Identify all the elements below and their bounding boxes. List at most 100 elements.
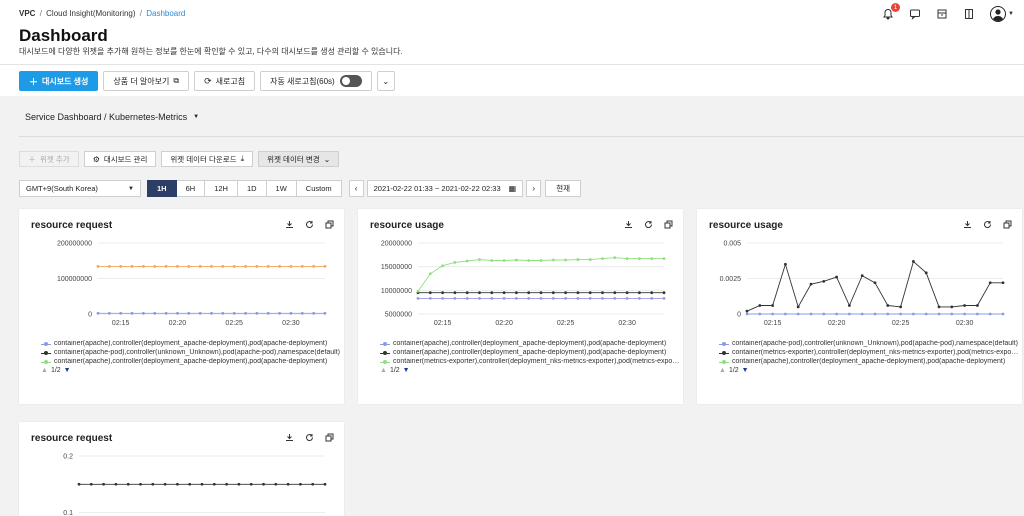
refresh-button[interactable]: ⟳ 새로고침 [194, 71, 256, 91]
legend-item[interactable]: container(apache-pod),controller(unknown… [719, 339, 1019, 348]
now-button[interactable]: 현재 [545, 180, 581, 197]
plus-icon: ＋ [28, 154, 36, 164]
download-icon[interactable] [962, 219, 972, 229]
x-tick-label: 02:20 [495, 320, 513, 327]
dashboard-selector[interactable]: Service Dashboard / Kubernetes-Metrics ▼ [25, 112, 199, 122]
x-tick-label: 02:30 [282, 320, 300, 327]
legend-item[interactable]: container(apache),controller(deployment_… [41, 339, 341, 348]
legend-page: 1/2 [389, 367, 400, 374]
data-point [198, 311, 202, 315]
download-icon[interactable] [623, 219, 633, 229]
range-6h-button[interactable]: 6H [176, 180, 206, 197]
range-1h-button[interactable]: 1H [147, 180, 177, 197]
range-1d-button[interactable]: 1D [237, 180, 267, 197]
data-point [176, 311, 179, 315]
legend-item[interactable]: container(metrics-exporter),controller(d… [719, 348, 1019, 357]
triangle-up-icon[interactable]: ▲ [380, 367, 387, 374]
data-point [502, 291, 506, 295]
triangle-down-icon[interactable]: ▼ [64, 367, 71, 374]
chart-legend: container(apache),controller(deployment_… [380, 339, 680, 366]
date-range-picker[interactable]: 2021-02-22 01:33 ~ 2021-02-22 02:33 ▦ [366, 180, 524, 197]
y-tick-label: 0.0025 [720, 276, 742, 283]
range-custom-button[interactable]: Custom [296, 180, 342, 197]
download-icon[interactable] [284, 219, 294, 229]
data-point [502, 296, 506, 300]
data-point [232, 265, 236, 268]
refresh-icon[interactable] [304, 432, 314, 442]
data-point [912, 312, 915, 316]
manage-dashboard-button[interactable]: ⚙ 대시보드 관리 [83, 151, 157, 167]
data-point [289, 265, 293, 268]
create-dashboard-button[interactable]: ＋ 대시보드 생성 [19, 71, 99, 91]
learn-more-button[interactable]: 상품 더 알아보기 ⧉ [103, 71, 190, 91]
add-widget-button[interactable]: ＋ 위젯 추가 [19, 151, 79, 167]
legend-marker [380, 340, 390, 348]
data-point [441, 296, 444, 300]
dashboard-content: Service Dashboard / Kubernetes-Metrics ▼… [0, 96, 1024, 516]
download-widget-data-button[interactable]: 위젯 데이터 다운로드 ⤓ [161, 151, 254, 167]
data-point [102, 482, 105, 486]
data-point [130, 265, 134, 268]
copy-icon[interactable] [324, 219, 334, 229]
change-widget-data-button[interactable]: 위젯 데이터 변경 ⌄ [258, 151, 340, 167]
change-widget-data-label: 위젯 데이터 변경 [267, 154, 320, 164]
next-range-button[interactable]: › [526, 180, 542, 197]
legend-item[interactable]: container(apache),controller(deployment_… [719, 357, 1019, 366]
data-point [886, 304, 890, 307]
range-1w-button[interactable]: 1W [266, 180, 297, 197]
legend-item[interactable]: container(apache),controller(deployment_… [380, 348, 680, 357]
legend-item[interactable]: container(apache),controller(deployment_… [41, 357, 341, 366]
refresh-label: 새로고침 [215, 76, 246, 86]
document-icon[interactable] [962, 7, 976, 21]
copy-icon[interactable] [324, 432, 334, 442]
copy-icon[interactable] [663, 219, 673, 229]
data-point [988, 281, 992, 285]
widget-resource-usage: resource usage 0 0.0025 0.005 02:15 02:20 02:… [697, 209, 1022, 404]
legend-marker [41, 358, 51, 366]
auto-refresh-control: 자동 새로고침(60s) [260, 71, 372, 91]
chat-icon[interactable] [908, 7, 922, 21]
archive-icon[interactable] [935, 7, 949, 21]
page-title: Dashboard [19, 26, 108, 45]
legend-item[interactable]: container(metrics-exporter),controller(d… [380, 357, 680, 366]
data-point [114, 482, 118, 486]
data-point [278, 265, 281, 268]
user-avatar-icon[interactable] [990, 6, 1007, 22]
breadcrumb-root[interactable]: VPC [19, 9, 35, 18]
breadcrumb-parent[interactable]: Cloud Insight(Monitoring) [46, 9, 135, 18]
data-point [650, 291, 654, 295]
download-icon[interactable] [284, 432, 294, 442]
data-point [886, 312, 890, 316]
more-options-button[interactable]: ⌄ [376, 71, 395, 91]
triangle-up-icon[interactable]: ▲ [41, 367, 48, 374]
previous-range-button[interactable]: ‹ [348, 180, 364, 197]
auto-refresh-toggle[interactable] [339, 75, 362, 87]
refresh-icon[interactable] [304, 219, 314, 229]
data-point [478, 291, 481, 295]
timezone-select[interactable]: GMT+9(South Korea) ▼ [19, 180, 141, 197]
copy-icon[interactable] [1002, 219, 1012, 229]
data-point [200, 482, 204, 486]
legend-item[interactable]: container(apache-pod),controller(unknown… [41, 348, 341, 357]
triangle-up-icon[interactable]: ▲ [719, 367, 726, 374]
data-point [187, 311, 191, 315]
data-point [164, 265, 168, 268]
triangle-down-icon[interactable]: ▼ [403, 367, 410, 374]
bell-icon[interactable]: 1 [881, 3, 901, 21]
breadcrumb-current[interactable]: Dashboard [146, 9, 185, 18]
data-point [453, 296, 457, 300]
refresh-icon[interactable] [643, 219, 653, 229]
triangle-down-icon[interactable]: ▼ [742, 367, 749, 374]
data-point [809, 282, 813, 286]
series-line [746, 260, 1003, 312]
refresh-icon[interactable] [982, 219, 992, 229]
data-point [130, 311, 134, 315]
range-12h-button[interactable]: 12H [205, 180, 238, 197]
chevron-left-icon: ‹ [354, 184, 358, 193]
legend-item[interactable]: container(apache),controller(deployment_… [380, 339, 680, 348]
caret-down-icon[interactable]: ▼ [1008, 11, 1014, 17]
data-point [428, 296, 432, 300]
data-point [237, 482, 241, 486]
line-chart: 0.1 0.2 [63, 454, 327, 516]
x-tick-label: 02:20 [828, 320, 846, 327]
